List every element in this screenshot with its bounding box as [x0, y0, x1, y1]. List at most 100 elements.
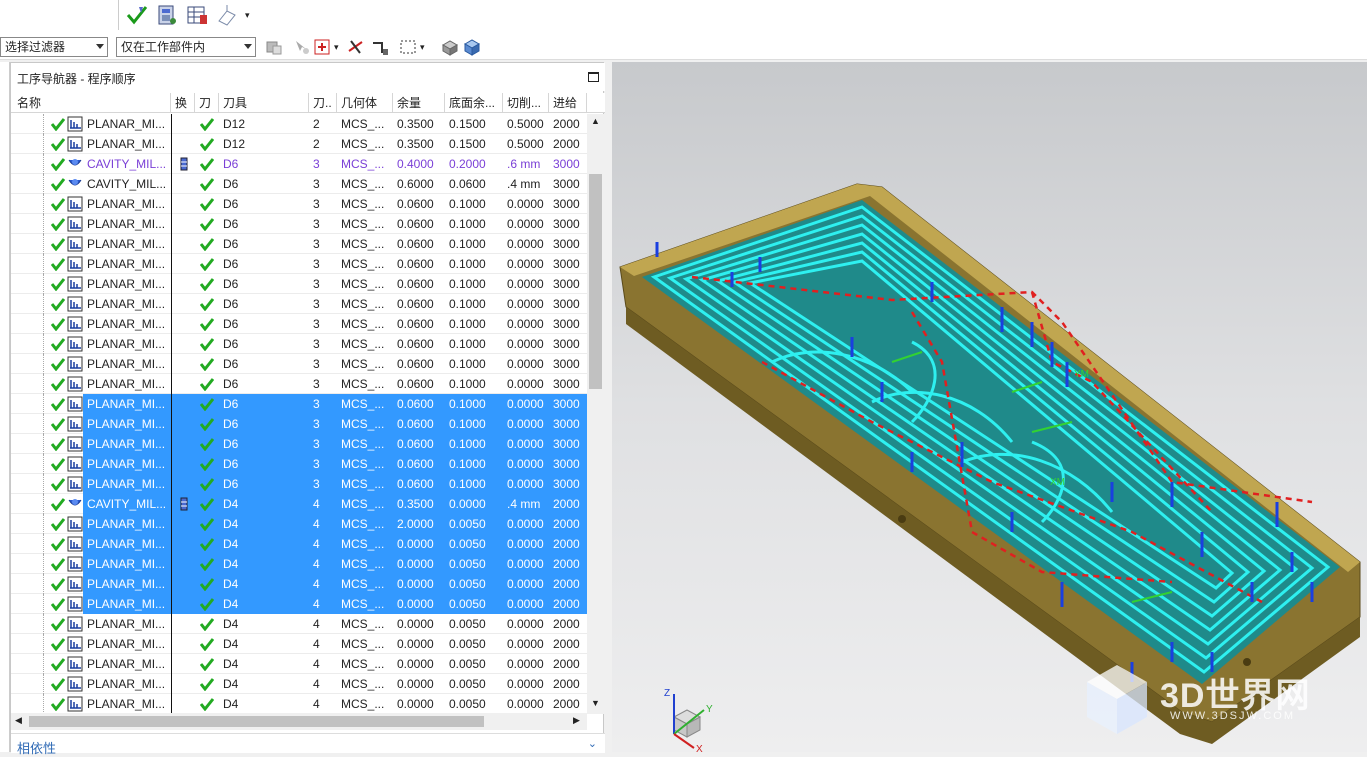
table-row[interactable]: PLANAR_MI... D12 2 MCS_... 0.3500 0.1500 0.500… — [11, 114, 587, 134]
selection-filter-combo[interactable]: 选择过滤器 — [0, 37, 108, 57]
table-row[interactable]: PLANAR_MI... D6 3 MCS_... 0.0600 0.1000 0.0000… — [11, 294, 587, 314]
cell-name[interactable]: PLANAR_MI... — [83, 554, 171, 574]
table-row[interactable]: PLANAR_MI... D4 4 MCS_... 0.0000 0.0050 0.0000… — [11, 574, 587, 594]
col-header-stock[interactable]: 余量 — [393, 93, 445, 113]
table-row[interactable]: PLANAR_MI... D4 4 MCS_... 0.0000 0.0050 0.0000… — [11, 554, 587, 574]
cell-name[interactable]: PLANAR_MI... — [83, 434, 171, 454]
cell-name[interactable]: PLANAR_MI... — [83, 294, 171, 314]
view-triad[interactable] — [672, 694, 705, 749]
scroll-up-icon[interactable]: ▲ — [591, 116, 600, 126]
chevron-down-icon[interactable]: ⌄ — [588, 737, 597, 750]
scroll-left-icon[interactable]: ◀ — [15, 715, 22, 726]
cell-name[interactable]: PLANAR_MI... — [83, 634, 171, 654]
scope-filter-combo[interactable]: 仅在工作部件内 — [116, 37, 256, 57]
table-row[interactable]: PLANAR_MI... D6 3 MCS_... 0.0600 0.1000 0.0000… — [11, 374, 587, 394]
select-mode-dropdown[interactable]: ▾ — [420, 37, 430, 57]
col-header-path[interactable]: 刀 — [195, 93, 219, 113]
cell-name[interactable]: PLANAR_MI... — [83, 114, 171, 134]
cell-name[interactable]: PLANAR_MI... — [83, 454, 171, 474]
scroll-down-icon[interactable]: ▼ — [591, 698, 600, 708]
cell-name[interactable]: PLANAR_MI... — [83, 254, 171, 274]
cell-name[interactable]: PLANAR_MI... — [83, 214, 171, 234]
table-row[interactable]: PLANAR_MI... D4 4 MCS_... 2.0000 0.0050 0.0000… — [11, 514, 587, 534]
cell-name[interactable]: CAVITY_MIL... — [83, 154, 171, 174]
cell-name[interactable]: PLANAR_MI... — [83, 694, 171, 714]
cell-name[interactable]: PLANAR_MI... — [83, 194, 171, 214]
table-row[interactable]: PLANAR_MI... D6 3 MCS_... 0.0600 0.1000 0.0000… — [11, 394, 587, 414]
cell-name[interactable]: PLANAR_MI... — [83, 594, 171, 614]
col-header-feed[interactable]: 进给 — [549, 93, 587, 113]
cell-name[interactable]: PLANAR_MI... — [83, 474, 171, 494]
cell-name[interactable]: PLANAR_MI... — [83, 234, 171, 254]
cell-name[interactable]: CAVITY_MIL... — [83, 494, 171, 514]
shaded-view-icon[interactable] — [440, 37, 460, 57]
cell-name[interactable]: PLANAR_MI... — [83, 274, 171, 294]
cell-name[interactable]: PLANAR_MI... — [83, 654, 171, 674]
cell-name[interactable]: PLANAR_MI... — [83, 374, 171, 394]
measure-icon[interactable] — [370, 37, 390, 57]
cell-name[interactable]: PLANAR_MI... — [83, 534, 171, 554]
table-row[interactable]: PLANAR_MI... D4 4 MCS_... 0.0000 0.0050 0.0000… — [11, 634, 587, 654]
dependencies-section[interactable]: 相依性 ⌄ — [11, 733, 605, 756]
table-row[interactable]: PLANAR_MI... D6 3 MCS_... 0.0600 0.1000 0.0000… — [11, 414, 587, 434]
machine-tool-icon[interactable] — [155, 3, 179, 27]
table-row[interactable]: PLANAR_MI... D6 3 MCS_... 0.0600 0.1000 0.0000… — [11, 254, 587, 274]
box-select-icon[interactable] — [398, 37, 418, 57]
graphics-viewport[interactable]: YM XM Z Y X — [612, 62, 1367, 752]
intersect-icon[interactable] — [346, 37, 366, 57]
cell-name[interactable]: PLANAR_MI... — [83, 574, 171, 594]
table-row[interactable]: PLANAR_MI... D6 3 MCS_... 0.0600 0.1000 0.0000… — [11, 454, 587, 474]
cell-name[interactable]: PLANAR_MI... — [83, 394, 171, 414]
select-assembly-icon[interactable] — [264, 37, 284, 57]
vertical-scrollbar[interactable]: ▲ ▼ — [587, 114, 604, 714]
cell-name[interactable]: PLANAR_MI... — [83, 354, 171, 374]
table-row[interactable]: PLANAR_MI... D6 3 MCS_... 0.0600 0.1000 0.0000… — [11, 434, 587, 454]
cell-name[interactable]: PLANAR_MI... — [83, 514, 171, 534]
table-row[interactable]: PLANAR_MI... D4 4 MCS_... 0.0000 0.0050 0.0000… — [11, 654, 587, 674]
cell-name[interactable]: PLANAR_MI... — [83, 614, 171, 634]
table-row[interactable]: PLANAR_MI... D6 3 MCS_... 0.0600 0.1000 0.0000… — [11, 474, 587, 494]
cube-view-icon[interactable] — [462, 37, 482, 57]
col-header-cut-depth[interactable]: 切削... — [503, 93, 549, 113]
scroll-right-icon[interactable]: ▶ — [573, 715, 580, 726]
table-row[interactable]: CAVITY_MIL... D4 4 MCS_... 0.3500 0.0000.4 mm… — [11, 494, 587, 514]
table-row[interactable]: PLANAR_MI... D6 3 MCS_... 0.0600 0.1000 0.0000… — [11, 194, 587, 214]
table-row[interactable]: PLANAR_MI... D6 3 MCS_... 0.0600 0.1000 0.0000… — [11, 274, 587, 294]
cell-name[interactable]: PLANAR_MI... — [83, 414, 171, 434]
table-row[interactable]: PLANAR_MI... D6 3 MCS_... 0.0600 0.1000 0.0000… — [11, 234, 587, 254]
col-header-swap[interactable]: 换 — [171, 93, 195, 113]
table-row[interactable]: PLANAR_MI... D4 4 MCS_... 0.0000 0.0050 0.0000… — [11, 534, 587, 554]
toolbar-more-dropdown[interactable]: ▾ — [245, 10, 250, 21]
col-header-tool-number[interactable]: 刀.. — [309, 93, 337, 113]
verify-check-icon[interactable] — [125, 3, 149, 27]
horizontal-scroll-thumb[interactable] — [29, 716, 484, 727]
cell-name[interactable]: PLANAR_MI... — [83, 674, 171, 694]
col-header-floor-stock[interactable]: 底面余... — [445, 93, 503, 113]
point-on-face-icon[interactable] — [312, 37, 332, 57]
snap-point-icon[interactable] — [292, 37, 312, 57]
table-row[interactable]: PLANAR_MI... D4 4 MCS_... 0.0000 0.0050 0.0000… — [11, 614, 587, 634]
cell-name[interactable]: PLANAR_MI... — [83, 314, 171, 334]
table-row[interactable]: PLANAR_MI... D6 3 MCS_... 0.0600 0.1000 0.0000… — [11, 214, 587, 234]
table-row[interactable]: CAVITY_MIL... D6 3 MCS_... 0.4000 0.2000 .6 mm… — [11, 154, 587, 174]
col-header-tool[interactable]: 刀具 — [219, 93, 309, 113]
table-row[interactable]: PLANAR_MI... D4 4 MCS_... 0.0000 0.0050 0.0000… — [11, 694, 587, 714]
cell-name[interactable]: CAVITY_MIL... — [83, 174, 171, 194]
maximize-icon[interactable] — [588, 72, 599, 82]
horizontal-scrollbar[interactable]: ◀ ▶ — [11, 713, 587, 730]
cell-name[interactable]: PLANAR_MI... — [83, 134, 171, 154]
table-row[interactable]: PLANAR_MI... D4 4 MCS_... 0.0000 0.0050 0.0000… — [11, 594, 587, 614]
cell-name[interactable]: PLANAR_MI... — [83, 334, 171, 354]
table-row[interactable]: PLANAR_MI... D4 4 MCS_... 0.0000 0.0050 0.0000… — [11, 674, 587, 694]
table-row[interactable]: CAVITY_MIL... D6 3 MCS_... 0.6000 0.0600 .4 mm… — [11, 174, 587, 194]
col-header-geometry[interactable]: 几何体 — [337, 93, 393, 113]
table-row[interactable]: PLANAR_MI... D6 3 MCS_... 0.0600 0.1000 0.0000… — [11, 314, 587, 334]
output-cls-icon[interactable] — [215, 3, 239, 27]
col-header-name[interactable]: 名称 — [11, 93, 171, 113]
vertical-scroll-thumb[interactable] — [589, 174, 602, 389]
table-row[interactable]: PLANAR_MI... D6 3 MCS_... 0.0600 0.1000 0.0000… — [11, 334, 587, 354]
snap-dropdown[interactable]: ▾ — [334, 37, 344, 57]
table-row[interactable]: PLANAR_MI... D12 2 MCS_... 0.3500 0.1500 0.500… — [11, 134, 587, 154]
table-row[interactable]: PLANAR_MI... D6 3 MCS_... 0.0600 0.1000 0.0000… — [11, 354, 587, 374]
shop-docs-icon[interactable] — [185, 3, 209, 27]
